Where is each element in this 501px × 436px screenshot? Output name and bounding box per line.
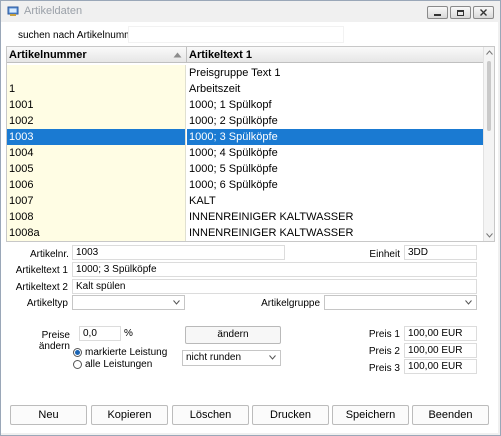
cell-artikelnummer[interactable]: 1 — [7, 81, 186, 97]
table-row[interactable]: 1002 1000; 2 Spülköpfe — [7, 113, 483, 129]
table-row[interactable]: 1001 1000; 1 Spülkopf — [7, 97, 483, 113]
einheit-field[interactable]: 3DD — [404, 245, 477, 260]
cell-artikelnummer[interactable]: 1005 — [7, 161, 186, 177]
preis3-label: Preis 3 — [368, 363, 400, 374]
speichern-button[interactable]: Speichern — [332, 405, 409, 425]
table-row[interactable]: 1 Arbeitszeit — [7, 81, 483, 97]
table-row[interactable]: 1007 KALT — [7, 193, 483, 209]
column-header-artikeltext[interactable]: Artikeltext 1 — [187, 47, 483, 63]
button-bar: Neu Kopieren Löschen Drucken Speichern B… — [6, 401, 493, 427]
table-row[interactable]: 1003 1000; 3 Spülköpfe — [7, 129, 483, 145]
preis2-field[interactable]: 100,00 EUR — [404, 343, 477, 358]
radio-markierte-label: markierte Leistung — [85, 347, 168, 358]
article-table: Artikelnummer Artikeltext 1 Preisgruppe … — [6, 46, 495, 242]
cell-artikelnummer[interactable]: 1003 — [7, 129, 186, 145]
preise-aendern-field[interactable]: 0,0 — [79, 326, 121, 341]
vertical-scrollbar[interactable] — [483, 47, 494, 241]
cell-artikeltext[interactable]: 1000; 5 Spülköpfe — [187, 161, 483, 177]
cell-artikeltext[interactable]: Arbeitszeit — [187, 81, 483, 97]
preis3-field[interactable]: 100,00 EUR — [404, 359, 477, 374]
table-row[interactable]: Preisgruppe Text 1 — [7, 65, 483, 81]
table-row[interactable]: 1008 INNENREINIGER KALTWASSER — [7, 209, 483, 225]
cell-artikeltext[interactable]: 1000; 6 Spülköpfe — [187, 177, 483, 193]
sort-ascending-icon — [173, 52, 182, 58]
close-icon — [480, 9, 487, 16]
column-header-label: Artikelnummer — [9, 49, 87, 61]
artikeltyp-label: Artikeltyp — [26, 298, 68, 309]
cell-artikeltext[interactable]: 1000; 2 Spülköpfe — [187, 113, 483, 129]
rounding-value: nicht runden — [186, 352, 242, 363]
neu-button[interactable]: Neu — [10, 405, 87, 425]
app-icon — [7, 6, 19, 16]
chevron-down-icon — [269, 355, 276, 360]
column-header-artikelnummer[interactable]: Artikelnummer — [7, 47, 187, 63]
cell-artikelnummer[interactable]: 1007 — [7, 193, 186, 209]
beenden-button[interactable]: Beenden — [412, 405, 489, 425]
rounding-select[interactable]: nicht runden — [182, 350, 281, 366]
cell-artikelnummer[interactable]: 1006 — [7, 177, 186, 193]
scroll-up-icon[interactable] — [486, 50, 493, 55]
chevron-down-icon — [173, 300, 180, 305]
cell-artikelnummer[interactable]: 1008a — [7, 225, 186, 241]
artikelnr-label: Artikelnr. — [30, 249, 69, 260]
cell-artikelnummer[interactable]: 1001 — [7, 97, 186, 113]
einheit-label: Einheit — [369, 249, 400, 260]
column-header-label: Artikeltext 1 — [189, 49, 252, 61]
preis1-label: Preis 1 — [368, 329, 400, 340]
restore-icon — [457, 10, 464, 16]
artikeltext1-field[interactable]: 1000; 3 Spülköpfe — [72, 262, 477, 277]
table-row[interactable]: 1006 1000; 6 Spülköpfe — [7, 177, 483, 193]
artikelgruppe-label: Artikelgruppe — [261, 298, 320, 309]
aendern-button[interactable]: ändern — [185, 326, 281, 344]
artikelnr-field[interactable]: 1003 — [72, 245, 285, 260]
radio-alle-label: alle Leistungen — [85, 359, 153, 370]
cell-artikeltext[interactable]: KALT — [187, 193, 483, 209]
artikelgruppe-select[interactable] — [324, 295, 477, 310]
artikeltyp-select[interactable] — [72, 295, 185, 310]
artikeltext2-label: Artikeltext 2 — [15, 282, 68, 293]
cell-artikeltext[interactable]: INNENREINIGER KALTWASSER — [187, 209, 483, 225]
search-label: suchen nach Artikelnummer — [18, 30, 142, 41]
cell-artikeltext[interactable]: Preisgruppe Text 1 — [187, 65, 483, 81]
percent-label: % — [124, 328, 133, 339]
table-row[interactable]: 1005 1000; 5 Spülköpfe — [7, 161, 483, 177]
radio-alle-leistungen[interactable] — [73, 360, 82, 369]
cell-artikelnummer[interactable] — [7, 65, 186, 81]
title-bar[interactable]: Artikeldaten — [1, 1, 500, 23]
chevron-down-icon — [465, 300, 472, 305]
cell-artikelnummer[interactable]: 1008 — [7, 209, 186, 225]
preis1-field[interactable]: 100,00 EUR — [404, 326, 477, 341]
kopieren-button[interactable]: Kopieren — [91, 405, 168, 425]
cell-artikelnummer[interactable]: 1002 — [7, 113, 186, 129]
table-body: Preisgruppe Text 1 1 Arbeitszeit 1001 1000; … — [7, 65, 483, 241]
preise-aendern-label: Preise ändern — [38, 330, 70, 352]
cell-artikeltext[interactable]: INNENREINIGER KALTWASSER — [187, 225, 483, 241]
cell-artikeltext[interactable]: 1000; 4 Spülköpfe — [187, 145, 483, 161]
scroll-down-icon[interactable] — [486, 233, 493, 238]
radio-markierte-leistung[interactable] — [73, 348, 82, 357]
loeschen-button[interactable]: Löschen — [172, 405, 249, 425]
cell-artikelnummer[interactable]: 1004 — [7, 145, 186, 161]
close-button[interactable] — [473, 6, 494, 19]
minimize-icon — [434, 14, 441, 16]
window-title: Artikeldaten — [24, 5, 83, 17]
scrollbar-thumb[interactable] — [487, 61, 491, 131]
drucken-button[interactable]: Drucken — [252, 405, 329, 425]
table-row[interactable]: 1008a INNENREINIGER KALTWASSER — [7, 225, 483, 241]
artikeltext1-label: Artikeltext 1 — [15, 265, 68, 276]
table-row[interactable]: 1004 1000; 4 Spülköpfe — [7, 145, 483, 161]
cell-artikeltext[interactable]: 1000; 1 Spülkopf — [187, 97, 483, 113]
restore-button[interactable] — [450, 6, 471, 19]
cell-artikeltext[interactable]: 1000; 3 Spülköpfe — [187, 129, 483, 145]
artikeltext2-field[interactable]: Kalt spülen — [72, 279, 477, 294]
preis2-label: Preis 2 — [368, 346, 400, 357]
search-input[interactable] — [128, 26, 344, 43]
minimize-button[interactable] — [427, 6, 448, 19]
